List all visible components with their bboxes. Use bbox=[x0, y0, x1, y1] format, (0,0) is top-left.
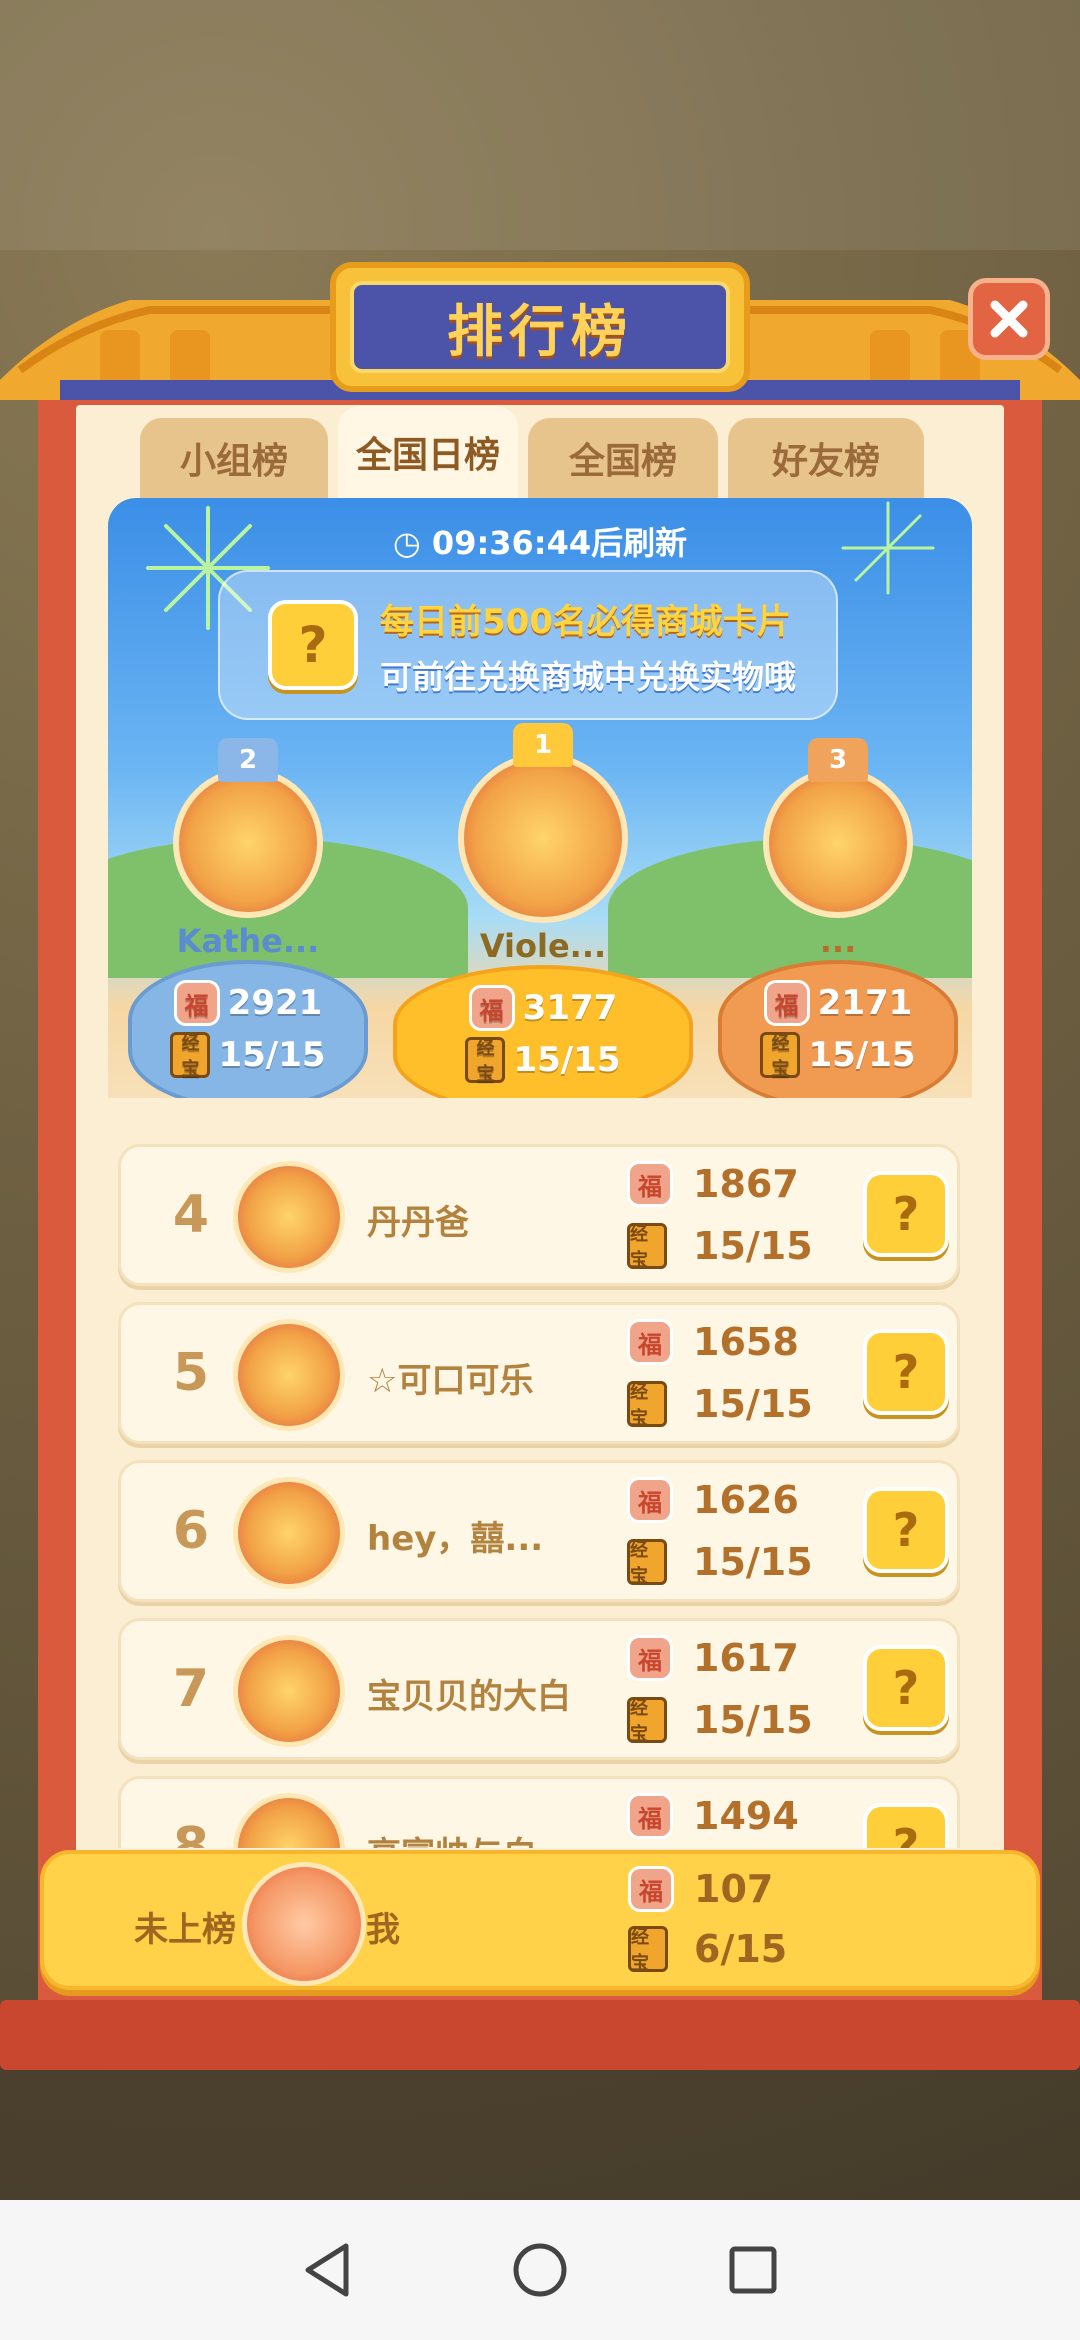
back-button[interactable] bbox=[297, 2240, 357, 2300]
list-item[interactable]: 8 高富帅与白 福1494 ? bbox=[118, 1776, 960, 1848]
fu-icon: 福 bbox=[627, 1793, 673, 1839]
home-button[interactable] bbox=[510, 2240, 570, 2300]
list-item[interactable]: 7 宝贝贝的大白 福 1617 经宝 15/15 ? bbox=[118, 1618, 960, 1760]
mystery-card-icon[interactable]: ? bbox=[863, 1803, 949, 1848]
fu-icon: 福 bbox=[627, 1635, 673, 1681]
user-name: 宝贝贝的大白 bbox=[367, 1677, 571, 1717]
rank-status: 未上榜 bbox=[134, 1910, 236, 1950]
user-name: 我 bbox=[366, 1910, 400, 1950]
list-item[interactable]: 6 hey，囍... 福 1626 经宝 15/15 ? bbox=[118, 1460, 960, 1602]
book-icon: 经宝 bbox=[627, 1223, 667, 1271]
rank-number: 4 bbox=[172, 1185, 210, 1245]
user-name: 丹丹爸 bbox=[367, 1203, 469, 1243]
list-item[interactable]: 4 丹丹爸 福 1867 经宝 15/15 ? bbox=[118, 1144, 960, 1286]
user-name: ☆可口可乐 bbox=[367, 1361, 534, 1401]
rank-number: 7 bbox=[172, 1659, 210, 1719]
fu-icon: 福 bbox=[627, 1319, 673, 1365]
avatar bbox=[233, 1477, 345, 1589]
user-name: 高富帅与白 bbox=[367, 1827, 537, 1848]
progress-stat: 经宝 15/15 bbox=[627, 1697, 813, 1745]
score-stat: 福 1658 bbox=[627, 1319, 799, 1365]
home-icon bbox=[513, 2243, 567, 2297]
my-rank-bar[interactable]: 未上榜 我 福 107 经宝 6/15 bbox=[40, 1850, 1040, 1990]
rank-number: 5 bbox=[172, 1343, 210, 1403]
fu-icon: 福 bbox=[627, 1161, 673, 1207]
mystery-card-icon[interactable]: ? bbox=[863, 1329, 949, 1415]
score-stat: 福 1867 bbox=[627, 1161, 799, 1207]
book-icon: 经宝 bbox=[628, 1926, 668, 1974]
avatar bbox=[233, 1161, 345, 1273]
score-stat: 福 1494 bbox=[627, 1793, 799, 1839]
mystery-card-icon[interactable]: ? bbox=[863, 1487, 949, 1573]
book-icon: 经宝 bbox=[627, 1539, 667, 1587]
recents-button[interactable] bbox=[723, 2240, 783, 2300]
progress-stat: 经宝 15/15 bbox=[627, 1539, 813, 1587]
my-avatar bbox=[242, 1862, 366, 1986]
ranking-list[interactable]: 4 丹丹爸 福 1867 经宝 15/15 ? 5 ☆可口可乐 福 1658 经宝 15… bbox=[0, 0, 1080, 1848]
book-icon: 经宝 bbox=[627, 1381, 667, 1429]
user-name: hey，囍... bbox=[367, 1519, 544, 1559]
back-icon bbox=[305, 2243, 349, 2297]
score-stat: 福 1626 bbox=[627, 1477, 799, 1523]
mystery-card-icon[interactable]: ? bbox=[863, 1645, 949, 1731]
rank-number: 6 bbox=[172, 1501, 210, 1561]
recents-icon bbox=[729, 2246, 777, 2294]
progress-stat: 经宝 6/15 bbox=[628, 1926, 787, 1974]
fu-icon: 福 bbox=[627, 1477, 673, 1523]
list-item[interactable]: 5 ☆可口可乐 福 1658 经宝 15/15 ? bbox=[118, 1302, 960, 1444]
avatar bbox=[233, 1793, 345, 1848]
avatar bbox=[233, 1319, 345, 1431]
system-nav-bar bbox=[0, 2200, 1080, 2340]
mystery-card-icon[interactable]: ? bbox=[863, 1171, 949, 1257]
frame-base bbox=[0, 2000, 1080, 2070]
fu-icon: 福 bbox=[628, 1866, 674, 1912]
score-stat: 福 107 bbox=[628, 1866, 773, 1912]
avatar bbox=[233, 1635, 345, 1747]
book-icon: 经宝 bbox=[627, 1697, 667, 1745]
rank-number: 8 bbox=[172, 1817, 210, 1848]
progress-stat: 经宝 15/15 bbox=[627, 1381, 813, 1429]
progress-stat: 经宝 15/15 bbox=[627, 1223, 813, 1271]
score-stat: 福 1617 bbox=[627, 1635, 799, 1681]
